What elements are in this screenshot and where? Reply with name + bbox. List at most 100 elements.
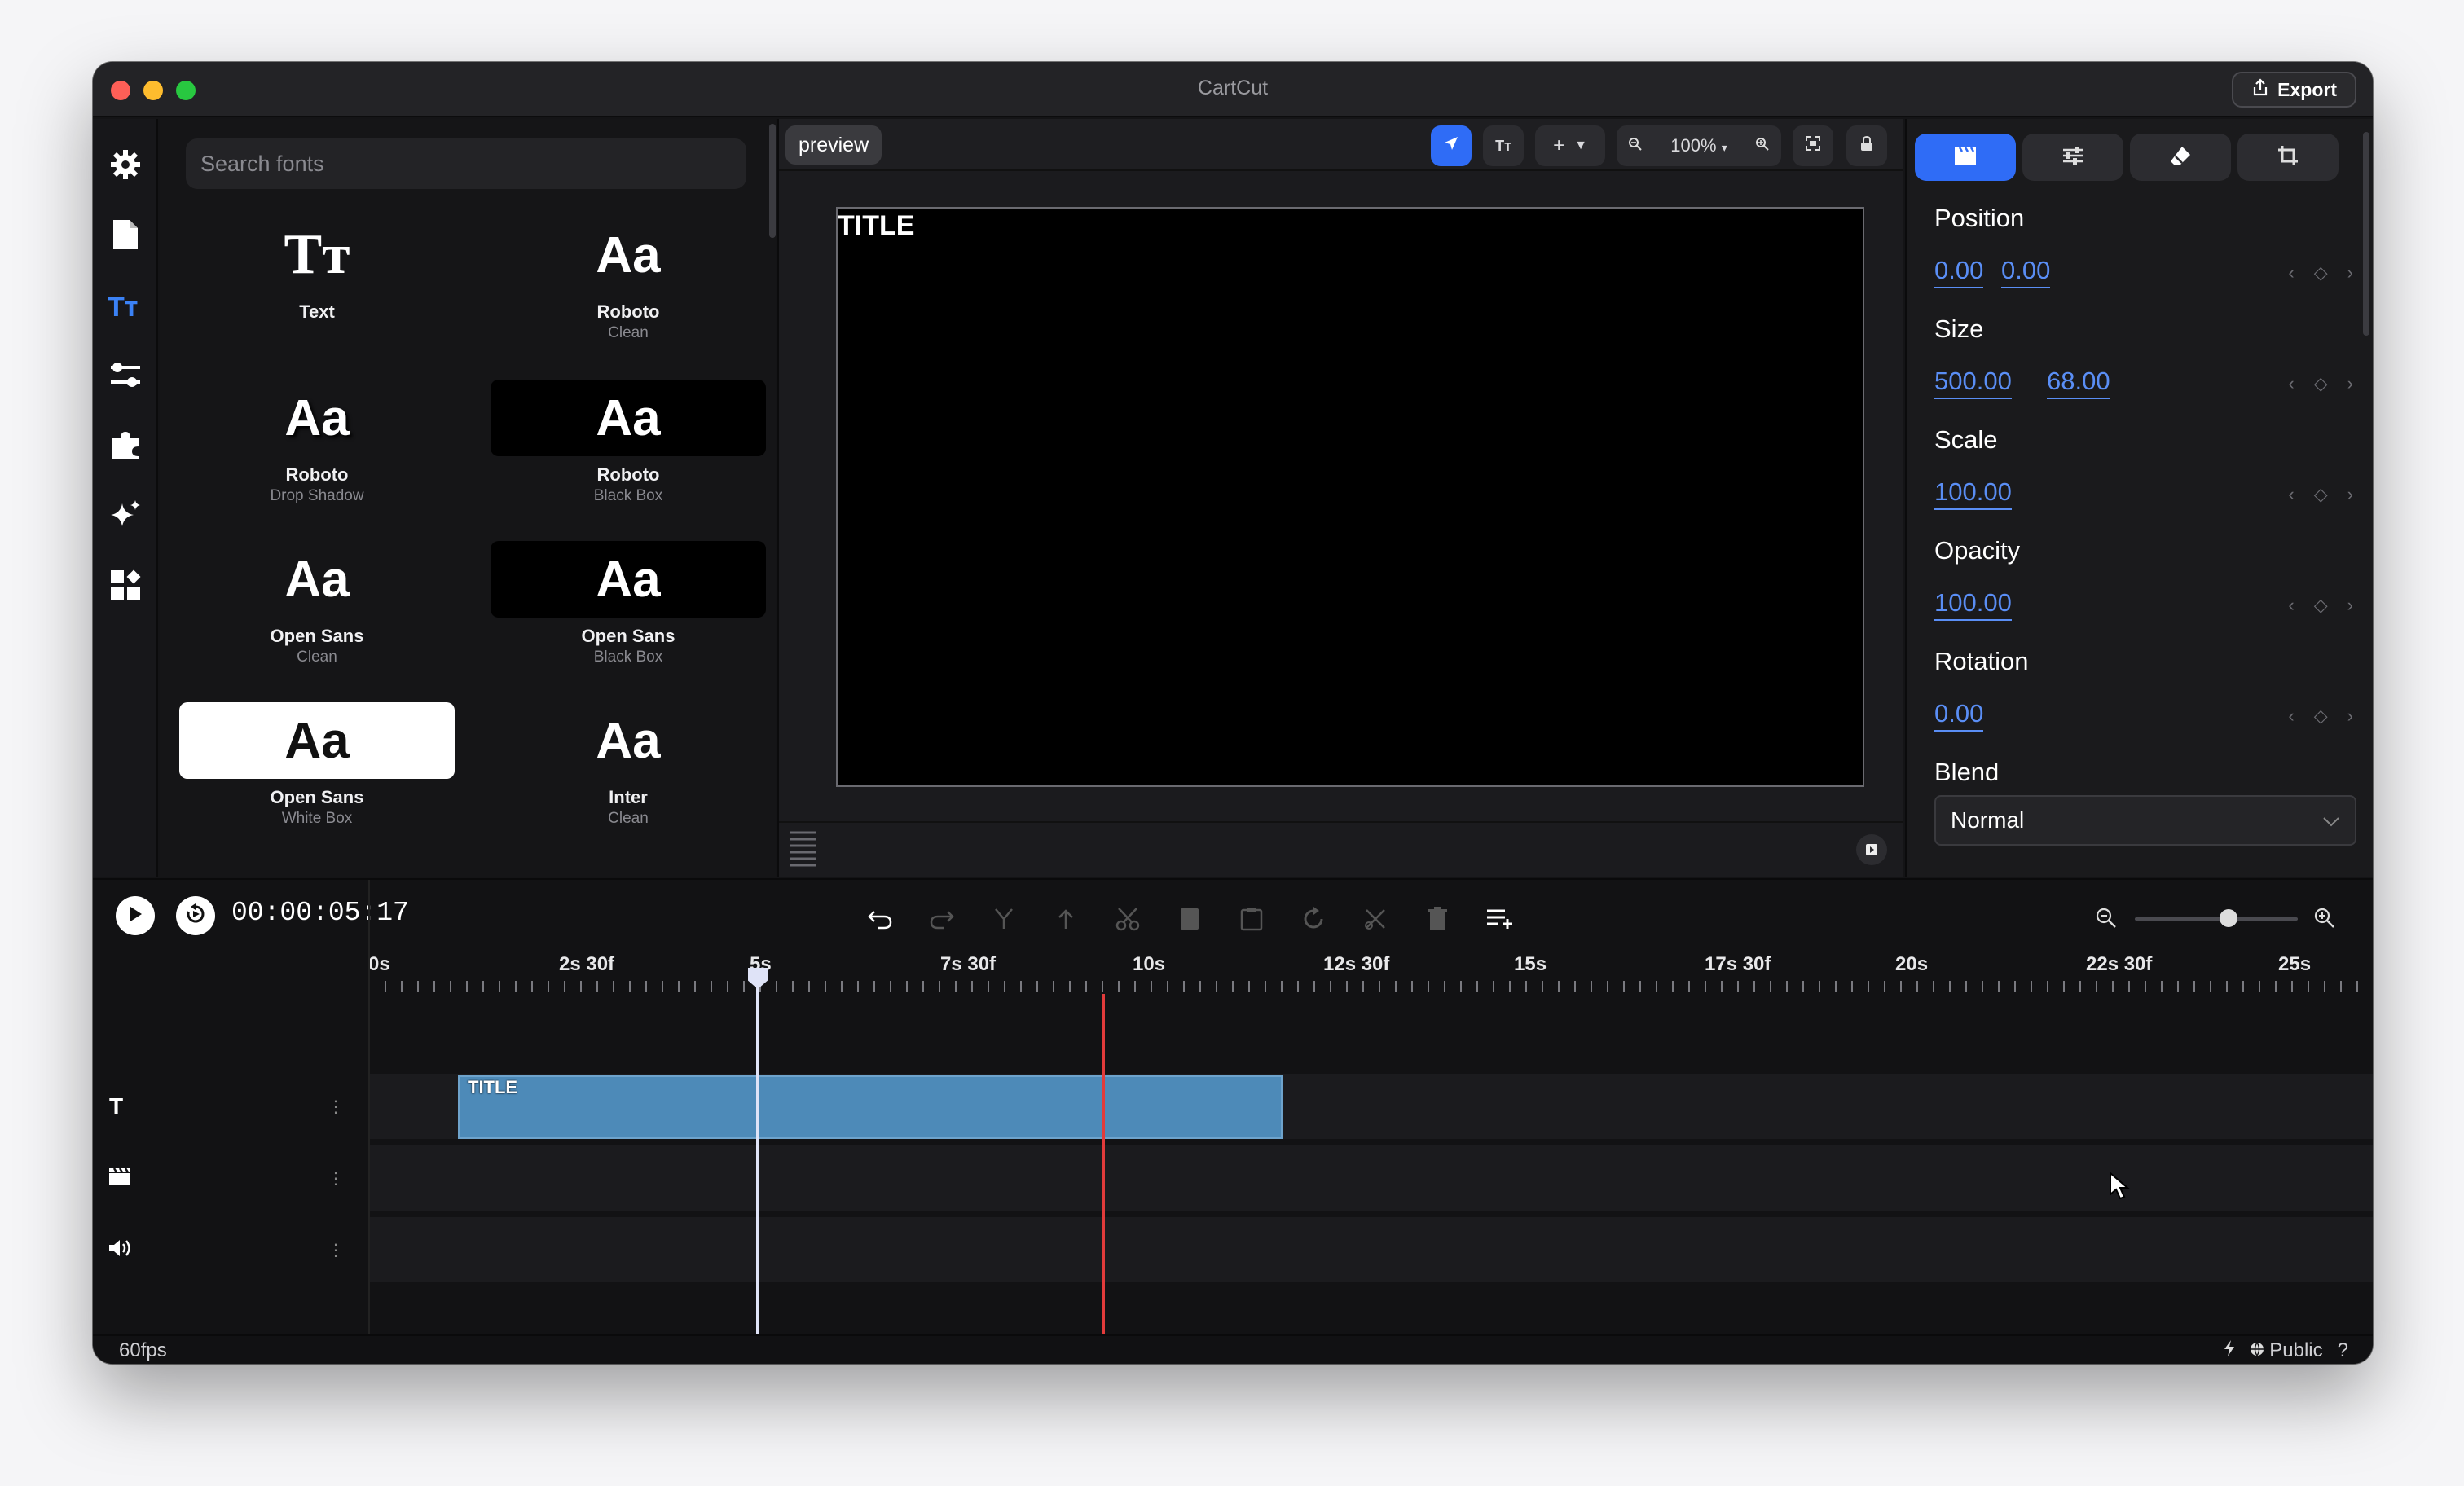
export-button[interactable]: Export bbox=[2232, 72, 2356, 108]
select-tool-button[interactable] bbox=[1431, 125, 1472, 166]
next-keyframe-icon[interactable]: › bbox=[2347, 262, 2353, 284]
redo-button[interactable] bbox=[926, 904, 958, 937]
undo-button[interactable] bbox=[864, 904, 896, 937]
size-width-field[interactable]: 500.00 bbox=[1934, 367, 2012, 399]
playhead[interactable] bbox=[756, 971, 759, 1338]
keyframe-icon[interactable]: ◇ bbox=[2314, 262, 2328, 284]
sliders-icon[interactable] bbox=[106, 355, 145, 394]
keyframe-icon[interactable]: ◇ bbox=[2314, 373, 2328, 394]
font-panel-scrollbar[interactable] bbox=[769, 124, 776, 238]
keyframe-icon[interactable]: ◇ bbox=[2314, 706, 2328, 727]
font-style: White Box bbox=[281, 810, 353, 827]
position-keyframe-controls: ‹ ◇ › bbox=[2288, 262, 2353, 284]
bolt-icon[interactable] bbox=[2224, 1339, 2235, 1362]
cut-button[interactable] bbox=[1111, 904, 1144, 937]
font-tile[interactable]: Aa Roboto Drop Shadow bbox=[179, 380, 455, 505]
zoom-in-icon[interactable] bbox=[1755, 135, 1770, 156]
size-height-field[interactable]: 68.00 bbox=[2047, 367, 2110, 399]
rotation-field[interactable]: 0.00 bbox=[1934, 699, 1984, 732]
add-track-button[interactable] bbox=[1483, 904, 1516, 937]
visibility-toggle[interactable]: Public bbox=[2250, 1339, 2323, 1362]
next-keyframe-icon[interactable]: › bbox=[2347, 373, 2353, 394]
canvas-title-text[interactable]: TITLE bbox=[838, 210, 914, 242]
copy-button[interactable] bbox=[1173, 904, 1206, 937]
delete-button[interactable] bbox=[1421, 904, 1454, 937]
prev-keyframe-icon[interactable]: ‹ bbox=[2288, 373, 2294, 394]
time-ruler[interactable]: 0s 2s 30f 5s 7s 30f 10s 12s 30f 15s 17s … bbox=[368, 953, 2373, 1002]
tab-crop[interactable] bbox=[2237, 134, 2339, 181]
text-icon[interactable]: Tт bbox=[106, 285, 145, 324]
font-tile[interactable]: Aa Open Sans Clean bbox=[179, 541, 455, 666]
playlist-add-icon bbox=[1485, 908, 1513, 934]
properties-scrollbar[interactable] bbox=[2363, 132, 2369, 336]
audio-track-icon bbox=[108, 1238, 132, 1263]
prev-keyframe-icon[interactable]: ‹ bbox=[2288, 484, 2294, 505]
blend-label: Blend bbox=[1934, 758, 2000, 786]
track-menu-icon[interactable]: ⋮ bbox=[328, 1168, 344, 1189]
timeline-zoom-in-icon[interactable] bbox=[2314, 908, 2335, 933]
widgets-icon[interactable] bbox=[106, 565, 145, 605]
track-lane-video[interactable] bbox=[368, 1145, 2373, 1211]
fullscreen-icon[interactable] bbox=[1856, 834, 1887, 865]
merge-button[interactable] bbox=[988, 904, 1020, 937]
scale-field[interactable]: 100.00 bbox=[1934, 477, 2012, 510]
document-icon[interactable] bbox=[106, 215, 145, 254]
loop-button[interactable] bbox=[176, 896, 215, 935]
title-clip[interactable]: TITLE bbox=[458, 1075, 1283, 1139]
tab-video[interactable] bbox=[1915, 134, 2016, 181]
tab-effects[interactable] bbox=[2130, 134, 2231, 181]
rotate-button[interactable] bbox=[1297, 904, 1330, 937]
timeline-zoom-slider[interactable] bbox=[2135, 917, 2298, 921]
gear-icon[interactable] bbox=[106, 145, 145, 184]
trash-icon bbox=[1427, 906, 1448, 935]
prev-keyframe-icon[interactable]: ‹ bbox=[2288, 706, 2294, 727]
title-bar: CartCut Export bbox=[93, 62, 2373, 117]
font-tile[interactable]: Aa Inter Clean bbox=[491, 702, 766, 828]
prev-keyframe-icon[interactable]: ‹ bbox=[2288, 262, 2294, 284]
lock-button[interactable] bbox=[1846, 125, 1887, 166]
keyframe-icon[interactable]: ◇ bbox=[2314, 595, 2328, 616]
next-keyframe-icon[interactable]: › bbox=[2347, 484, 2353, 505]
font-tile[interactable]: Tт Text bbox=[179, 217, 455, 323]
timeline-zoom-knob[interactable] bbox=[2220, 909, 2237, 927]
ruler-label: 22s 30f bbox=[2086, 953, 2153, 975]
add-menu-button[interactable]: + ▼ bbox=[1535, 125, 1605, 166]
position-x-field[interactable]: 0.00 bbox=[1934, 256, 1984, 288]
delete-gap-button[interactable] bbox=[1359, 904, 1392, 937]
track-header-audio: ⋮ bbox=[93, 1217, 368, 1282]
prev-keyframe-icon[interactable]: ‹ bbox=[2288, 595, 2294, 616]
track-lane-audio[interactable] bbox=[368, 1217, 2373, 1282]
zoom-level[interactable]: 100% ▾ bbox=[1670, 135, 1727, 156]
font-tile[interactable]: Aa Open Sans White Box bbox=[179, 702, 455, 828]
opacity-field[interactable]: 100.00 bbox=[1934, 588, 2012, 621]
fit-screen-button[interactable] bbox=[1793, 125, 1833, 166]
blend-value: Normal bbox=[1951, 807, 2025, 833]
font-tile[interactable]: Aa Roboto Clean bbox=[491, 217, 766, 342]
blend-select[interactable]: Normal bbox=[1934, 795, 2356, 846]
keyframe-icon[interactable]: ◇ bbox=[2314, 484, 2328, 505]
position-y-field[interactable]: 0.00 bbox=[2001, 256, 2051, 288]
next-keyframe-icon[interactable]: › bbox=[2347, 706, 2353, 727]
font-tile[interactable]: Aa Roboto Black Box bbox=[491, 380, 766, 505]
font-tile[interactable]: Aa Open Sans Black Box bbox=[491, 541, 766, 666]
zoom-out-icon[interactable] bbox=[1628, 135, 1643, 156]
track-menu-icon[interactable]: ⋮ bbox=[328, 1097, 344, 1117]
timeline-zoom-out-icon[interactable] bbox=[2096, 908, 2117, 933]
grid-lines-icon[interactable] bbox=[789, 828, 818, 871]
next-keyframe-icon[interactable]: › bbox=[2347, 595, 2353, 616]
preview-canvas[interactable]: TITLE bbox=[836, 207, 1864, 787]
scissors-x-icon bbox=[1363, 907, 1388, 935]
lift-button[interactable] bbox=[1049, 904, 1082, 937]
sparkles-icon[interactable] bbox=[106, 495, 145, 534]
tab-adjust[interactable] bbox=[2022, 134, 2123, 181]
help-icon[interactable]: ? bbox=[2338, 1339, 2348, 1362]
search-fonts-input[interactable] bbox=[186, 138, 746, 189]
play-button[interactable] bbox=[116, 896, 155, 935]
clip-label: TITLE bbox=[468, 1077, 518, 1097]
paste-button[interactable] bbox=[1235, 904, 1268, 937]
puzzle-icon[interactable] bbox=[106, 425, 145, 464]
ruler-label: 10s bbox=[1133, 953, 1166, 975]
track-menu-icon[interactable]: ⋮ bbox=[328, 1240, 344, 1260]
preview-tag[interactable]: preview bbox=[785, 125, 882, 165]
text-tool-button[interactable]: Tт bbox=[1483, 125, 1524, 166]
